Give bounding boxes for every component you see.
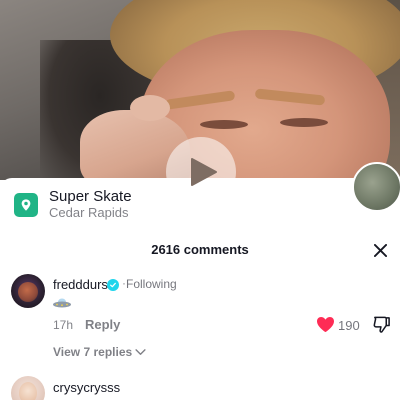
ufo-emoji-icon (53, 298, 71, 308)
close-button[interactable] (370, 240, 390, 260)
comment-username[interactable]: fredddurst (53, 277, 112, 292)
reply-button[interactable]: Reply (85, 317, 120, 332)
view-replies-button[interactable]: View 7 replies (53, 345, 146, 359)
avatar[interactable] (11, 274, 45, 308)
play-icon (191, 158, 217, 186)
video-subject-eye (200, 120, 248, 129)
like-count: 190 (338, 318, 360, 333)
location-title: Super Skate (49, 188, 132, 205)
location-pin-icon (14, 193, 38, 217)
comment-time: 17h (53, 318, 74, 332)
close-icon (373, 243, 387, 257)
video-subject-eye (280, 118, 328, 127)
chevron-down-icon (135, 348, 146, 355)
follow-status: Following (126, 277, 177, 291)
comments-header: 2616 comments (0, 240, 400, 260)
verified-badge-icon (107, 279, 119, 291)
location-subtitle: Cedar Rapids (49, 205, 129, 220)
play-button[interactable] (166, 137, 236, 207)
view-replies-label: View 7 replies (53, 345, 133, 359)
comments-count: 2616 comments (151, 242, 249, 257)
thumbs-down-icon[interactable] (372, 315, 391, 334)
comment-username[interactable]: crysycrysss (53, 380, 120, 395)
music-disc-avatar[interactable] (352, 162, 400, 212)
video-subject-finger (130, 95, 170, 121)
heart-icon[interactable] (316, 316, 335, 333)
